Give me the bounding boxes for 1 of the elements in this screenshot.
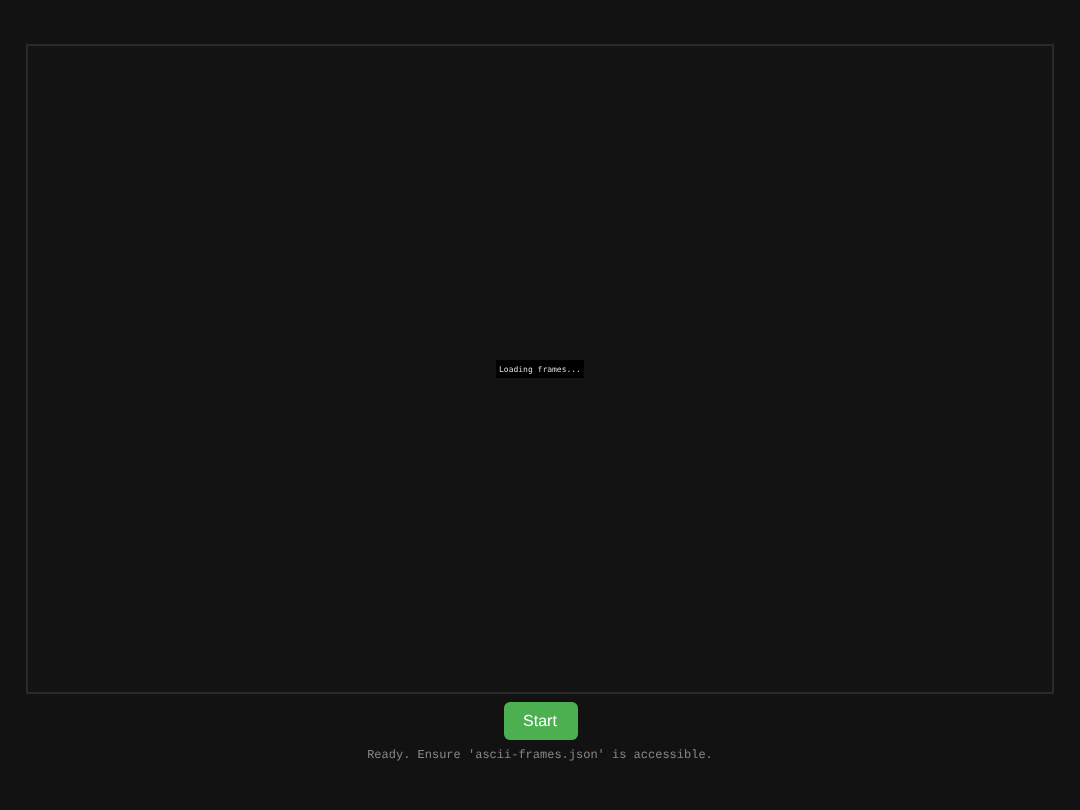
start-button[interactable]: Start (503, 702, 577, 740)
